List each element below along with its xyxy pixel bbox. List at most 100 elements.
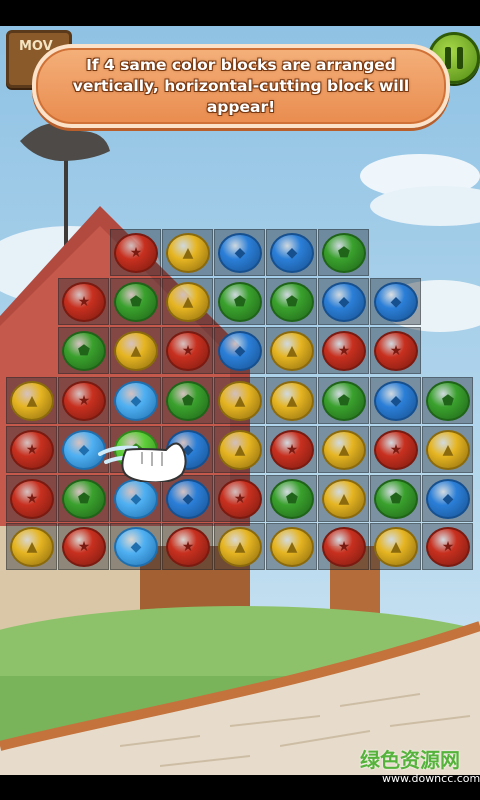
blue-symbol-icon: ◆ (286, 245, 298, 261)
hand-pointer-icon (98, 442, 187, 482)
red-block[interactable]: ★ (270, 430, 314, 470)
green-block[interactable]: ⬟ (62, 479, 106, 519)
red-block[interactable]: ★ (322, 331, 366, 371)
red-block[interactable]: ★ (62, 282, 106, 322)
lightblue-block[interactable]: ◆ (114, 527, 158, 567)
green-block[interactable]: ⬟ (218, 282, 262, 322)
lightblue-symbol-icon: ◆ (130, 393, 142, 409)
red-block[interactable]: ★ (374, 430, 418, 470)
red-block[interactable]: ★ (62, 527, 106, 567)
yellow-symbol-icon: ▲ (182, 294, 194, 310)
red-block[interactable]: ★ (374, 331, 418, 371)
yellow-block[interactable]: ▲ (166, 282, 210, 322)
yellow-block[interactable]: ▲ (270, 381, 314, 421)
lightblue-block[interactable]: ◆ (114, 479, 158, 519)
yellow-block[interactable]: ▲ (10, 527, 54, 567)
blue-block[interactable]: ◆ (166, 479, 210, 519)
yellow-symbol-icon: ▲ (234, 442, 246, 458)
blue-block[interactable]: ◆ (270, 233, 314, 273)
tutorial-speech-bubble: If 4 same color blocks are arranged vert… (32, 44, 450, 128)
green-block[interactable]: ⬟ (322, 381, 366, 421)
green-symbol-icon: ⬟ (285, 294, 299, 310)
red-symbol-icon: ★ (181, 343, 195, 359)
yellow-symbol-icon: ▲ (286, 393, 298, 409)
red-symbol-icon: ★ (77, 294, 91, 310)
green-symbol-icon: ⬟ (77, 491, 91, 507)
yellow-block[interactable]: ▲ (374, 527, 418, 567)
yellow-block[interactable]: ▲ (218, 381, 262, 421)
green-block[interactable]: ⬟ (374, 479, 418, 519)
red-symbol-icon: ★ (25, 442, 39, 458)
red-symbol-icon: ★ (77, 393, 91, 409)
yellow-block[interactable]: ▲ (322, 430, 366, 470)
yellow-symbol-icon: ▲ (338, 491, 350, 507)
red-symbol-icon: ★ (129, 245, 143, 261)
green-symbol-icon: ⬟ (389, 491, 403, 507)
yellow-block[interactable]: ▲ (114, 331, 158, 371)
lightblue-block[interactable]: ◆ (114, 381, 158, 421)
green-block[interactable]: ⬟ (322, 233, 366, 273)
watermark-brand: 绿色资源网 (360, 748, 460, 772)
lightblue-symbol-icon: ◆ (78, 442, 90, 458)
red-symbol-icon: ★ (233, 491, 247, 507)
red-block[interactable]: ★ (166, 331, 210, 371)
green-symbol-icon: ⬟ (337, 245, 351, 261)
red-block[interactable]: ★ (166, 527, 210, 567)
green-block[interactable]: ⬟ (270, 479, 314, 519)
green-block[interactable]: ⬟ (426, 381, 470, 421)
yellow-block[interactable]: ▲ (218, 527, 262, 567)
green-symbol-icon: ⬟ (129, 294, 143, 310)
blue-symbol-icon: ◆ (390, 393, 402, 409)
yellow-block[interactable]: ▲ (270, 331, 314, 371)
blue-block[interactable]: ◆ (374, 381, 418, 421)
yellow-block[interactable]: ▲ (10, 381, 54, 421)
red-symbol-icon: ★ (389, 343, 403, 359)
game-screen: MOV If 4 same color blocks are arranged … (0, 0, 480, 800)
green-symbol-icon: ⬟ (441, 393, 455, 409)
yellow-symbol-icon: ▲ (286, 343, 298, 359)
yellow-symbol-icon: ▲ (26, 393, 38, 409)
yellow-symbol-icon: ▲ (338, 442, 350, 458)
green-block[interactable]: ⬟ (114, 282, 158, 322)
green-symbol-icon: ⬟ (77, 343, 91, 359)
blue-symbol-icon: ◆ (234, 245, 246, 261)
red-block[interactable]: ★ (426, 527, 470, 567)
green-block[interactable]: ⬟ (62, 331, 106, 371)
status-bar (0, 0, 480, 26)
red-block[interactable]: ★ (322, 527, 366, 567)
watermark-url: www.downcc.com (382, 772, 480, 785)
yellow-symbol-icon: ▲ (234, 539, 246, 555)
green-block[interactable]: ⬟ (270, 282, 314, 322)
blue-symbol-icon: ◆ (234, 343, 246, 359)
red-block[interactable]: ★ (10, 479, 54, 519)
lightblue-symbol-icon: ◆ (130, 539, 142, 555)
red-block[interactable]: ★ (62, 381, 106, 421)
yellow-block[interactable]: ▲ (322, 479, 366, 519)
yellow-block[interactable]: ▲ (426, 430, 470, 470)
blue-symbol-icon: ◆ (442, 491, 454, 507)
yellow-block[interactable]: ▲ (166, 233, 210, 273)
yellow-symbol-icon: ▲ (182, 245, 194, 261)
yellow-symbol-icon: ▲ (234, 393, 246, 409)
red-symbol-icon: ★ (285, 442, 299, 458)
yellow-symbol-icon: ▲ (442, 442, 454, 458)
yellow-block[interactable]: ▲ (270, 527, 314, 567)
green-symbol-icon: ⬟ (337, 393, 351, 409)
yellow-block[interactable]: ▲ (218, 430, 262, 470)
blue-block[interactable]: ◆ (322, 282, 366, 322)
red-block[interactable]: ★ (218, 479, 262, 519)
red-block[interactable]: ★ (10, 430, 54, 470)
yellow-symbol-icon: ▲ (130, 343, 142, 359)
blue-block[interactable]: ◆ (218, 233, 262, 273)
green-symbol-icon: ⬟ (285, 491, 299, 507)
red-block[interactable]: ★ (114, 233, 158, 273)
red-symbol-icon: ★ (337, 343, 351, 359)
green-block[interactable]: ⬟ (166, 381, 210, 421)
blue-block[interactable]: ◆ (218, 331, 262, 371)
blue-block[interactable]: ◆ (426, 479, 470, 519)
red-symbol-icon: ★ (181, 539, 195, 555)
tutorial-message: If 4 same color blocks are arranged vert… (72, 55, 410, 116)
blue-symbol-icon: ◆ (182, 491, 194, 507)
blue-block[interactable]: ◆ (374, 282, 418, 322)
lightblue-symbol-icon: ◆ (130, 491, 142, 507)
